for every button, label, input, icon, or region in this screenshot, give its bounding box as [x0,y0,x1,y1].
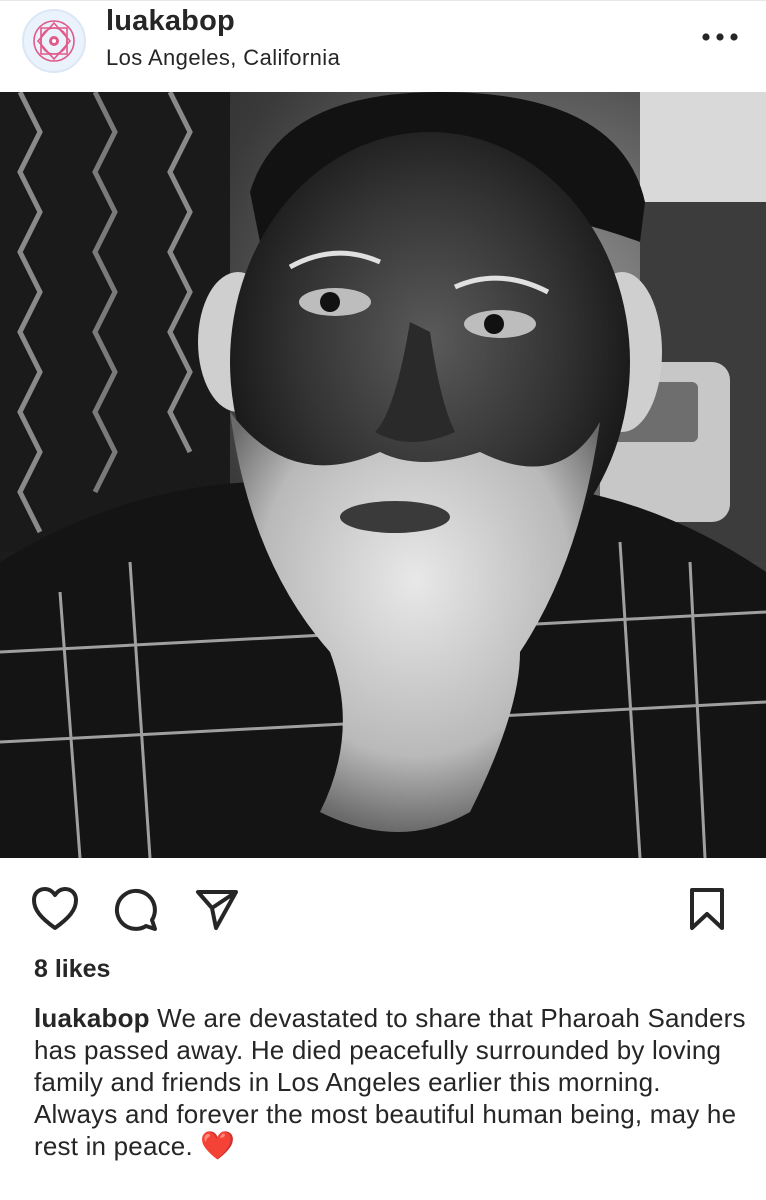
post-username[interactable]: luakabop [106,5,235,38]
comment-bubble-icon [114,888,157,931]
more-dots-icon [702,33,738,41]
portrait-photo [0,92,766,858]
post-header: luakabop Los Angeles, California [0,0,766,93]
caption-username[interactable]: luakabop [34,1003,150,1033]
post-caption: luakabop We are devastated to share that… [34,1002,746,1162]
like-button[interactable] [30,884,80,934]
post-photo[interactable] [0,92,766,858]
comment-button[interactable] [110,884,160,934]
heart-outline-icon [32,887,78,930]
bookmark-icon [690,888,724,930]
likes-count[interactable]: 8 likes [34,955,110,984]
post-location[interactable]: Los Angeles, California [106,45,340,71]
post-actions-bar [0,858,766,954]
profile-avatar[interactable] [22,9,86,73]
paper-plane-icon [196,890,238,930]
more-options-button[interactable] [696,23,744,51]
share-button[interactable] [192,884,242,934]
mandala-logo-icon [27,14,81,68]
red-heart-emoji-icon: ❤️ [200,1130,236,1161]
save-button[interactable] [682,884,732,934]
